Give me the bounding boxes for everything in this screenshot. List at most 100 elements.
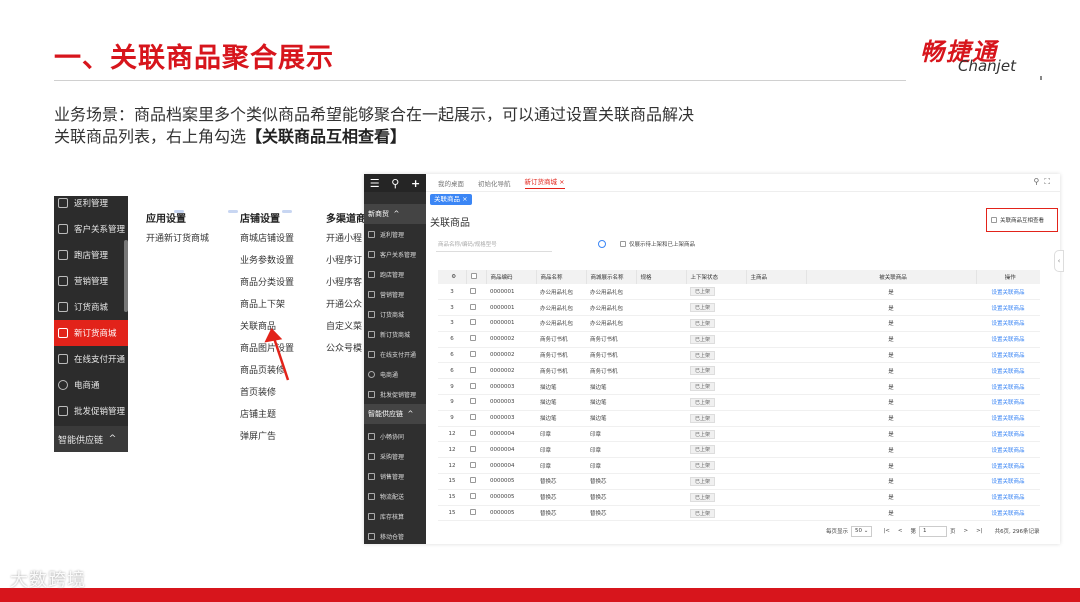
checkbox[interactable] xyxy=(470,303,476,310)
menu-link[interactable]: 店铺主题 xyxy=(240,409,294,431)
sidebar-item[interactable]: 小畅协同 xyxy=(364,426,426,446)
sidebar-item-wholesale-promo[interactable]: 批发促销管理 xyxy=(54,398,128,424)
table-row[interactable]: 12 0000004 印章 印章 已上架 是 设置关联商品 xyxy=(438,457,1040,475)
sidebar-item-rebate[interactable]: 返利管理 xyxy=(54,196,128,216)
col-spec[interactable]: 规格 xyxy=(636,270,687,284)
row-checkbox-cell[interactable] xyxy=(466,489,486,506)
sidebar-item[interactable]: 电商通 xyxy=(364,364,426,384)
row-action-link[interactable]: 设置关联商品 xyxy=(991,321,1024,327)
checkbox[interactable] xyxy=(470,382,476,389)
sidebar-group-supply-chain[interactable]: 智能供应链 ^ xyxy=(54,426,128,452)
sidebar-item[interactable]: 采购管理 xyxy=(364,446,426,466)
row-checkbox-cell[interactable] xyxy=(466,426,486,443)
menu-link[interactable]: 弹屏广告 xyxy=(240,431,294,452)
menu-link[interactable]: 商品上下架 xyxy=(240,299,294,321)
row-action-link[interactable]: 设置关联商品 xyxy=(991,306,1024,312)
row-action-link-cell[interactable]: 设置关联商品 xyxy=(976,505,1040,522)
sidebar-item-store-visit[interactable]: 跑店管理 xyxy=(54,242,128,268)
tab-init-guide[interactable]: 初始化导航 xyxy=(478,178,511,188)
row-checkbox-cell[interactable] xyxy=(466,410,486,427)
settings-icon[interactable]: ⚙ xyxy=(438,270,467,284)
sidebar-item-crm[interactable]: 客户关系管理 xyxy=(54,216,128,242)
table-row[interactable]: 6 0000002 商务订书机 商务订书机 已上架 是 设置关联商品 xyxy=(438,331,1040,348)
row-checkbox-cell[interactable] xyxy=(466,331,486,348)
sidebar-item[interactable]: 移动仓管 xyxy=(364,526,426,544)
sidebar-item-marketing[interactable]: 营销管理 xyxy=(54,268,128,294)
sidebar-item-new-order-mall[interactable]: 新订货商城 xyxy=(54,320,128,346)
search-icon[interactable]: ⚲ xyxy=(391,177,399,190)
sidebar-item[interactable]: 营销管理 xyxy=(364,284,426,304)
sidebar-item[interactable]: 批发促销管理 xyxy=(364,384,426,404)
row-action-link[interactable]: 设置关联商品 xyxy=(991,432,1024,438)
per-page-select[interactable]: 50 ⌄ xyxy=(851,525,873,537)
row-action-link[interactable]: 设置关联商品 xyxy=(991,448,1024,454)
checkbox[interactable] xyxy=(470,493,476,500)
row-checkbox-cell[interactable] xyxy=(466,473,486,490)
checkbox[interactable] xyxy=(470,319,476,326)
row-action-link[interactable]: 设置关联商品 xyxy=(991,495,1024,501)
sidebar-item[interactable]: 客户关系管理 xyxy=(364,244,426,264)
table-row[interactable]: 3 0000001 办公用品礼包 办公用品礼包 已上架 是 设置关联商品 xyxy=(438,284,1040,301)
table-row[interactable]: 12 0000004 印章 印章 已上架 是 设置关联商品 xyxy=(438,426,1040,443)
row-action-link-cell[interactable]: 设置关联商品 xyxy=(976,299,1040,317)
sidebar-item[interactable]: 跑店管理 xyxy=(364,264,426,284)
col-name[interactable]: 商品名称 xyxy=(536,270,587,284)
menu-link[interactable]: 业务参数设置 xyxy=(240,255,294,277)
row-action-link[interactable]: 设置关联商品 xyxy=(991,400,1024,406)
row-checkbox-cell[interactable] xyxy=(466,505,486,522)
row-action-link-cell[interactable]: 设置关联商品 xyxy=(976,394,1040,411)
row-action-link-cell[interactable]: 设置关联商品 xyxy=(976,315,1040,332)
row-action-link[interactable]: 设置关联商品 xyxy=(991,337,1024,343)
next-page-icon[interactable]: > xyxy=(963,528,968,534)
table-row[interactable]: 9 0000003 描边笔 描边笔 已上架 是 设置关联商品 xyxy=(438,410,1040,427)
page-input[interactable]: 1 xyxy=(918,525,947,537)
tab-desktop[interactable]: 我的桌面 xyxy=(438,178,464,188)
fullscreen-icon[interactable]: ⛶ xyxy=(1044,177,1050,186)
row-action-link-cell[interactable]: 设置关联商品 xyxy=(976,426,1040,443)
row-checkbox-cell[interactable] xyxy=(466,457,486,475)
tab-new-order-mall[interactable]: 新订货商城 × xyxy=(524,176,565,189)
sidebar-item-ecommerce[interactable]: 电商通 xyxy=(54,372,128,398)
checkbox[interactable] xyxy=(991,217,997,223)
table-row[interactable]: 15 0000005 替换芯 替换芯 已上架 是 设置关联商品 xyxy=(438,489,1040,506)
sidebar-item[interactable]: 返利管理 xyxy=(364,224,426,244)
collapse-handle[interactable]: ‹ xyxy=(1054,250,1064,272)
sidebar-item[interactable]: 在线支付开通 xyxy=(364,344,426,364)
sidebar-item[interactable]: 销售管理 xyxy=(364,466,426,486)
table-row[interactable]: 15 0000005 替换芯 替换芯 已上架 是 设置关联商品 xyxy=(438,505,1040,522)
checkbox[interactable] xyxy=(470,461,476,468)
row-checkbox-cell[interactable] xyxy=(466,315,486,332)
row-action-link-cell[interactable]: 设置关联商品 xyxy=(976,284,1040,301)
row-action-link[interactable]: 设置关联商品 xyxy=(991,290,1024,296)
menu-link[interactable]: 公众号模 xyxy=(326,343,366,365)
row-action-link[interactable]: 设置关联商品 xyxy=(991,416,1024,422)
last-page-icon[interactable]: >| xyxy=(976,528,982,534)
menu-link[interactable]: 自定义菜 xyxy=(326,321,366,343)
row-action-link-cell[interactable]: 设置关联商品 xyxy=(976,473,1040,490)
menu-link[interactable]: 商城店铺设置 xyxy=(240,233,294,255)
checkbox[interactable] xyxy=(470,335,476,342)
table-row[interactable]: 3 0000001 办公用品礼包 办公用品礼包 已上架 是 设置关联商品 xyxy=(438,299,1040,317)
checkbox[interactable] xyxy=(470,366,476,373)
search-icon[interactable] xyxy=(598,240,606,248)
row-action-link-cell[interactable]: 设置关联商品 xyxy=(976,378,1040,396)
filter-checkbox[interactable]: 仅展示待上架和已上架商品 xyxy=(620,240,695,248)
row-checkbox-cell[interactable] xyxy=(466,378,486,396)
row-action-link-cell[interactable]: 设置关联商品 xyxy=(976,489,1040,506)
search-icon[interactable]: ⚲ xyxy=(1033,177,1039,186)
row-checkbox-cell[interactable] xyxy=(466,347,486,364)
menu-link[interactable]: 开通小程 xyxy=(326,233,366,255)
checkbox[interactable] xyxy=(470,430,476,437)
sidebar-group-supply-chain[interactable]: 智能供应链 ^ xyxy=(364,404,426,424)
checkbox[interactable] xyxy=(470,351,476,358)
row-action-link-cell[interactable]: 设置关联商品 xyxy=(976,457,1040,475)
table-row[interactable]: 6 0000002 商务订书机 商务订书机 已上架 是 设置关联商品 xyxy=(438,347,1040,364)
table-row[interactable]: 12 0000004 印章 印章 已上架 是 设置关联商品 xyxy=(438,441,1040,459)
table-row[interactable]: 6 0000002 商务订书机 商务订书机 已上架 是 设置关联商品 xyxy=(438,362,1040,380)
mutual-view-checkbox[interactable]: 关联商品互相查看 xyxy=(986,208,1058,232)
row-checkbox-cell[interactable] xyxy=(466,362,486,380)
row-action-link[interactable]: 设置关联商品 xyxy=(991,353,1024,359)
col-display-name[interactable]: 商城展示名称 xyxy=(586,270,637,284)
menu-link[interactable]: 开通公众 xyxy=(326,299,366,321)
checkbox[interactable] xyxy=(470,287,476,294)
